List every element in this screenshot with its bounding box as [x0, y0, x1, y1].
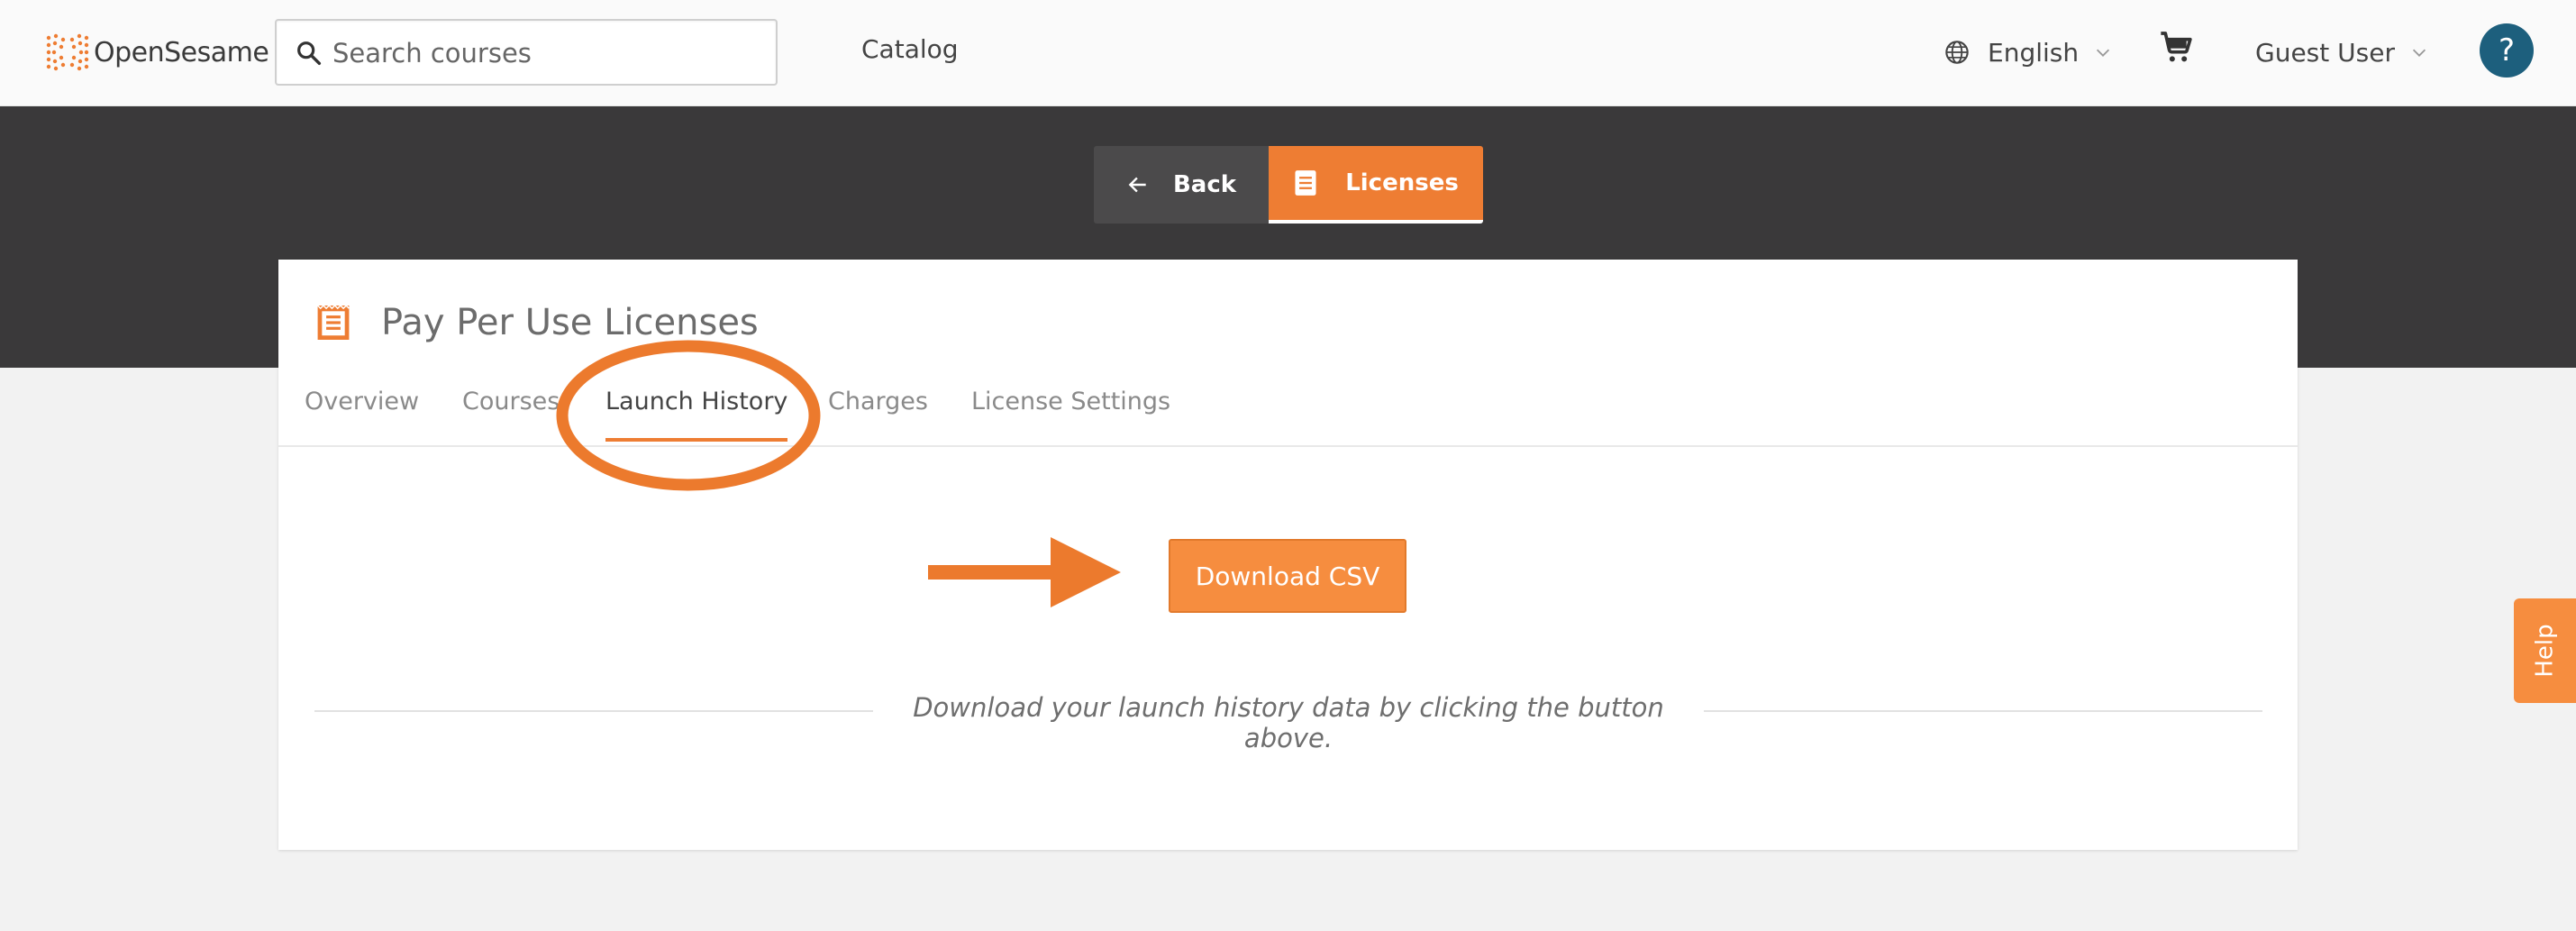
- help-side-tab[interactable]: Help: [2514, 598, 2576, 703]
- tab-courses[interactable]: Courses: [462, 388, 560, 442]
- user-menu[interactable]: Guest User: [2255, 32, 2429, 72]
- language-selector[interactable]: English: [1944, 32, 2113, 72]
- cart-icon[interactable]: [2158, 29, 2194, 65]
- search-box[interactable]: [275, 19, 778, 86]
- help-circle-button[interactable]: ?: [2480, 23, 2534, 78]
- back-button[interactable]: Back: [1094, 146, 1269, 224]
- divider-left: [314, 710, 873, 712]
- opensesame-logo[interactable]: OpenSesame: [41, 27, 269, 78]
- tab-overview[interactable]: Overview: [305, 388, 419, 442]
- licenses-button[interactable]: Licenses: [1269, 146, 1483, 224]
- highlight-ellipse-annotation: [556, 340, 821, 491]
- page-title: Pay Per Use Licenses: [381, 302, 759, 343]
- license-document-icon: [317, 304, 350, 340]
- back-label: Back: [1172, 171, 1237, 198]
- chevron-down-icon: [2097, 49, 2110, 57]
- user-name: Guest User: [2255, 37, 2395, 68]
- search-icon: [297, 41, 322, 66]
- tab-license-settings[interactable]: License Settings: [971, 388, 1170, 442]
- tab-charges[interactable]: Charges: [828, 388, 928, 442]
- licenses-label: Licenses: [1345, 169, 1459, 196]
- arrow-right-annotation: [928, 537, 1121, 607]
- nav-catalog-link[interactable]: Catalog: [861, 34, 959, 64]
- document-icon: [1295, 170, 1316, 196]
- arrow-left-icon: [1128, 177, 1146, 193]
- search-input[interactable]: [332, 30, 756, 77]
- divider-right: [1704, 710, 2262, 712]
- logo-mark-icon: [46, 33, 89, 71]
- nav-button-group: Back Licenses: [1094, 146, 1483, 224]
- top-header: OpenSesame Catalog English Guest User: [0, 0, 2576, 106]
- download-csv-button[interactable]: Download CSV: [1169, 539, 1406, 613]
- help-side-label: Help: [2531, 624, 2559, 678]
- chevron-down-icon: [2412, 49, 2426, 57]
- globe-icon: [1945, 41, 1969, 64]
- logo-text: OpenSesame: [94, 36, 269, 68]
- download-hint: Download your launch history data by cli…: [913, 692, 1664, 753]
- language-label: English: [1988, 37, 2080, 68]
